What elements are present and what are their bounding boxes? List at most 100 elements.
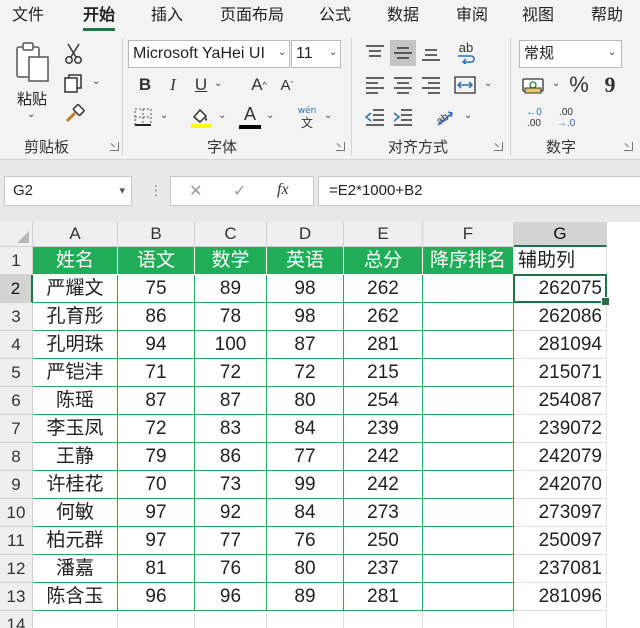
clipboard-launcher-icon[interactable] — [110, 142, 119, 151]
wrap-text-button[interactable]: ab — [452, 38, 480, 66]
cell-e11[interactable]: 250 — [344, 527, 423, 555]
header-cell-a1[interactable]: 姓名 — [33, 247, 118, 275]
formula-bar-resize-handle[interactable]: ⋮ — [149, 183, 163, 199]
tab-file[interactable]: 文件 — [12, 4, 44, 28]
row-header-8[interactable]: 8 — [0, 443, 33, 471]
cell-g4[interactable]: 281094 — [514, 331, 607, 359]
header-cell-e1[interactable]: 总分 — [344, 247, 423, 275]
cell-b14[interactable] — [118, 611, 195, 628]
cell-d7[interactable]: 84 — [267, 415, 344, 443]
row-header-13[interactable]: 13 — [0, 583, 33, 611]
cancel-icon[interactable]: ✕ — [189, 181, 202, 200]
column-header-d[interactable]: D — [267, 222, 344, 247]
cell-g9[interactable]: 242070 — [514, 471, 607, 499]
cell-d14[interactable] — [267, 611, 344, 628]
row-header-2[interactable]: 2 — [0, 275, 33, 303]
italic-button[interactable]: I — [162, 74, 184, 96]
cell-g11[interactable]: 250097 — [514, 527, 607, 555]
row-header-5[interactable]: 5 — [0, 359, 33, 387]
cell-f13[interactable] — [423, 583, 514, 611]
fill-color-icon[interactable] — [188, 104, 214, 130]
borders-dropdown-icon[interactable]: ⌄ — [160, 110, 168, 121]
decrease-decimal-button[interactable]: .00 →.0 — [552, 104, 580, 132]
cell-c6[interactable]: 87 — [195, 387, 267, 415]
tab-data[interactable]: 数据 — [387, 4, 419, 28]
cell-b11[interactable]: 97 — [118, 527, 195, 555]
decrease-font-size-button[interactable]: Aˇ — [276, 74, 298, 96]
font-launcher-icon[interactable] — [336, 142, 345, 151]
cell-b2[interactable]: 75 — [118, 275, 195, 303]
cell-e3[interactable]: 262 — [344, 303, 423, 331]
format-painter-icon[interactable] — [62, 102, 86, 126]
tab-home[interactable]: 开始 — [83, 4, 116, 31]
cell-g7[interactable]: 239072 — [514, 415, 607, 443]
copy-icon[interactable] — [62, 72, 86, 96]
cell-e10[interactable]: 273 — [344, 499, 423, 527]
header-cell-g1[interactable]: 辅助列 — [514, 247, 607, 275]
cell-b9[interactable]: 70 — [118, 471, 195, 499]
cell-f12[interactable] — [423, 555, 514, 583]
font-name-dropdown-icon[interactable]: ⌄ — [278, 47, 287, 58]
name-box-dropdown-icon[interactable]: ▾ — [119, 177, 125, 205]
cell-c2[interactable]: 89 — [195, 275, 267, 303]
cell-a14[interactable] — [33, 611, 118, 628]
cell-d3[interactable]: 98 — [267, 303, 344, 331]
header-cell-b1[interactable]: 语文 — [118, 247, 195, 275]
cell-f9[interactable] — [423, 471, 514, 499]
font-color-button[interactable]: A — [238, 104, 262, 130]
cell-f3[interactable] — [423, 303, 514, 331]
number-format-select[interactable]: 常规 — [519, 40, 622, 68]
row-header-3[interactable]: 3 — [0, 303, 33, 331]
accounting-format-icon[interactable] — [520, 72, 546, 98]
font-name-select[interactable]: Microsoft YaHei UI — [128, 40, 290, 68]
cell-d13[interactable]: 89 — [267, 583, 344, 611]
insert-function-icon[interactable]: fx — [277, 181, 289, 199]
orientation-icon[interactable]: ab — [430, 102, 458, 130]
percent-style-button[interactable]: % — [566, 72, 592, 98]
middle-align-icon[interactable] — [390, 40, 416, 66]
column-header-g[interactable]: G — [514, 222, 607, 247]
cell-g10[interactable]: 273097 — [514, 499, 607, 527]
cell-c13[interactable]: 96 — [195, 583, 267, 611]
tab-page-layout[interactable]: 页面布局 — [220, 4, 284, 28]
cell-a6[interactable]: 陈瑶 — [33, 387, 118, 415]
bold-button[interactable]: B — [134, 74, 156, 96]
cell-e14[interactable] — [344, 611, 423, 628]
cell-f4[interactable] — [423, 331, 514, 359]
enter-icon[interactable]: ✓ — [233, 181, 246, 200]
align-center-icon[interactable] — [390, 72, 416, 98]
cell-c8[interactable]: 86 — [195, 443, 267, 471]
decrease-indent-icon[interactable] — [362, 104, 388, 130]
cell-a10[interactable]: 何敏 — [33, 499, 118, 527]
cell-a7[interactable]: 李玉凤 — [33, 415, 118, 443]
cell-b7[interactable]: 72 — [118, 415, 195, 443]
top-align-icon[interactable] — [362, 40, 388, 66]
column-header-b[interactable]: B — [118, 222, 195, 247]
increase-decimal-button[interactable]: ←0 .00 — [520, 104, 548, 132]
align-left-icon[interactable] — [362, 72, 388, 98]
cell-e6[interactable]: 254 — [344, 387, 423, 415]
cell-g5[interactable]: 215071 — [514, 359, 607, 387]
row-header-10[interactable]: 10 — [0, 499, 33, 527]
cell-b5[interactable]: 71 — [118, 359, 195, 387]
increase-indent-icon[interactable] — [390, 104, 416, 130]
merge-center-icon[interactable] — [452, 72, 478, 98]
cell-f10[interactable] — [423, 499, 514, 527]
row-header-11[interactable]: 11 — [0, 527, 33, 555]
cell-d10[interactable]: 84 — [267, 499, 344, 527]
cell-f8[interactable] — [423, 443, 514, 471]
cell-d8[interactable]: 77 — [267, 443, 344, 471]
cell-c4[interactable]: 100 — [195, 331, 267, 359]
cell-c10[interactable]: 92 — [195, 499, 267, 527]
cell-a12[interactable]: 潘嘉 — [33, 555, 118, 583]
select-all-button[interactable] — [0, 222, 33, 247]
cell-f7[interactable] — [423, 415, 514, 443]
cell-e4[interactable]: 281 — [344, 331, 423, 359]
cell-d2[interactable]: 98 — [267, 275, 344, 303]
cell-a13[interactable]: 陈含玉 — [33, 583, 118, 611]
tab-insert[interactable]: 插入 — [151, 4, 183, 28]
row-header-1[interactable]: 1 — [0, 247, 33, 275]
cell-c7[interactable]: 83 — [195, 415, 267, 443]
column-header-a[interactable]: A — [33, 222, 118, 247]
font-color-dropdown-icon[interactable]: ⌄ — [266, 110, 274, 121]
